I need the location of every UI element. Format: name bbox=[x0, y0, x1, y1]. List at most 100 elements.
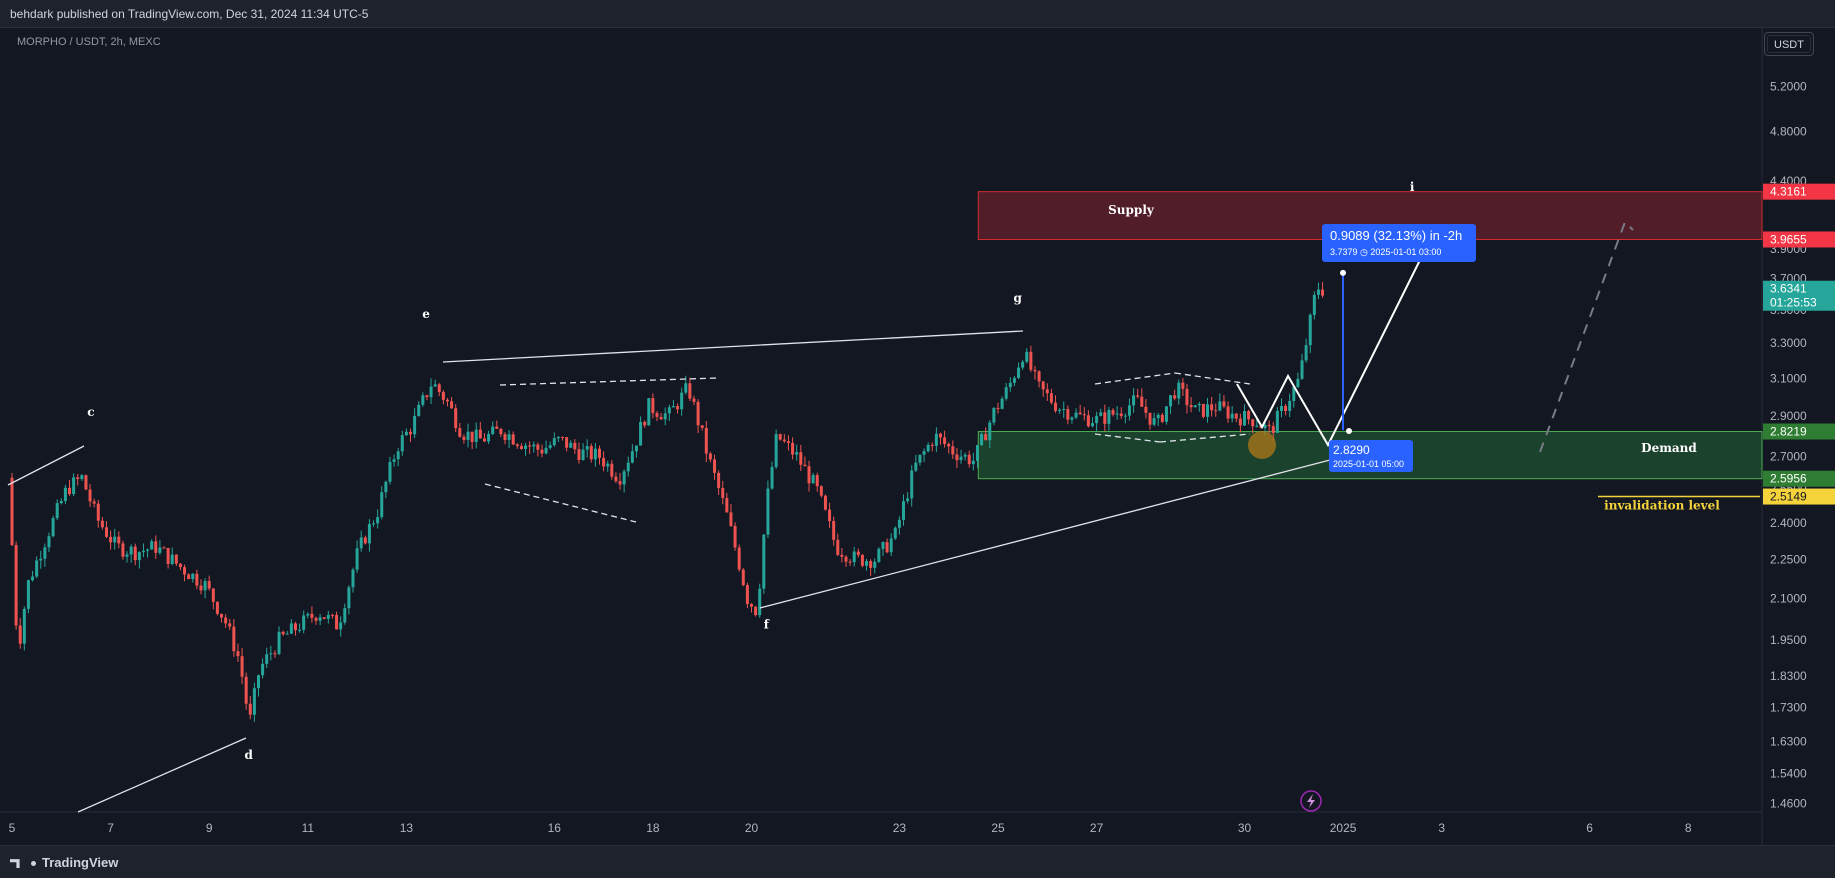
candle-body bbox=[1214, 410, 1218, 412]
candle-body bbox=[322, 617, 326, 619]
candle-body bbox=[832, 521, 836, 540]
candle-body bbox=[1058, 409, 1062, 411]
price-axis-label: 3.634101:25:53 bbox=[1763, 280, 1835, 311]
candle-body bbox=[741, 569, 745, 586]
candle-body bbox=[676, 406, 680, 410]
candle-body bbox=[298, 629, 302, 631]
price-chart[interactable]: 5.20004.80004.40003.90003.70003.50003.30… bbox=[0, 0, 1835, 877]
candle-body bbox=[910, 470, 914, 499]
tradingview-logo[interactable]: TradingView bbox=[10, 855, 118, 870]
candle-body bbox=[96, 503, 100, 521]
candle-body bbox=[367, 524, 371, 544]
candle-body bbox=[1308, 314, 1312, 346]
candle-body bbox=[18, 625, 22, 644]
candle-body bbox=[1070, 417, 1074, 420]
candle-body bbox=[943, 437, 947, 444]
candle-body bbox=[589, 446, 593, 460]
candle-body bbox=[1304, 345, 1308, 361]
x-tick-label: 8 bbox=[1685, 821, 1692, 835]
candle-body bbox=[252, 688, 256, 715]
candle-body bbox=[117, 536, 121, 544]
candle-body bbox=[1312, 294, 1316, 315]
candle-body bbox=[84, 475, 88, 490]
candle-body bbox=[339, 622, 343, 630]
candle-body bbox=[758, 588, 762, 616]
candle-body bbox=[445, 399, 449, 402]
candle-body bbox=[146, 549, 150, 551]
candle-body bbox=[1210, 404, 1214, 411]
candle-body bbox=[211, 588, 215, 602]
candle-body bbox=[622, 471, 626, 485]
candle-body bbox=[881, 542, 885, 549]
x-tick-label: 16 bbox=[548, 821, 562, 835]
price-axis-label-text: 4.3161 bbox=[1770, 185, 1807, 199]
candle-body bbox=[466, 431, 470, 440]
y-tick-label: 1.5400 bbox=[1770, 766, 1807, 780]
candle-body bbox=[984, 434, 988, 441]
candle-body bbox=[704, 427, 708, 454]
candle-body bbox=[1288, 401, 1292, 411]
y-tick-label: 1.4600 bbox=[1770, 797, 1807, 811]
x-tick-label: 30 bbox=[1238, 821, 1252, 835]
highlight-circle bbox=[1248, 431, 1276, 459]
candle-body bbox=[947, 443, 951, 447]
candle-body bbox=[955, 454, 959, 461]
candle-body bbox=[630, 451, 634, 463]
candle-body bbox=[166, 547, 170, 564]
candle-body bbox=[207, 581, 211, 589]
candle-body bbox=[1111, 410, 1115, 415]
candle-body bbox=[1222, 401, 1226, 407]
candle-body bbox=[1136, 395, 1140, 397]
measure-handle-top bbox=[1340, 269, 1346, 276]
candle-body bbox=[737, 547, 741, 570]
candle-body bbox=[569, 442, 573, 448]
candle-body bbox=[733, 525, 737, 548]
candle-body bbox=[844, 556, 848, 562]
candle-body bbox=[602, 457, 606, 467]
candle-body bbox=[137, 552, 141, 561]
candle-body bbox=[1008, 382, 1012, 388]
candle-body bbox=[873, 561, 877, 568]
candle-body bbox=[959, 456, 963, 461]
candle-body bbox=[1243, 411, 1246, 426]
measure-tooltip: 0.9089 (32.13%) in -2h 3.7379 ◷ 2025-01-0… bbox=[1322, 224, 1476, 262]
candle-body bbox=[150, 541, 154, 550]
currency-unit-button[interactable]: USDT bbox=[1764, 32, 1814, 56]
candle-body bbox=[811, 475, 815, 484]
candle-body bbox=[548, 445, 552, 448]
candle-body bbox=[791, 442, 795, 455]
candle-body bbox=[458, 428, 462, 437]
candle-body bbox=[893, 527, 897, 539]
candle-body bbox=[289, 623, 293, 634]
candle-body bbox=[372, 523, 376, 525]
candle-body bbox=[700, 425, 704, 428]
candle-body bbox=[1107, 410, 1111, 424]
candle-body bbox=[1140, 396, 1144, 407]
candle-body bbox=[1279, 406, 1283, 411]
candle-body bbox=[507, 434, 511, 440]
candle-body bbox=[1218, 401, 1222, 411]
candle-body bbox=[786, 441, 790, 443]
candle-body bbox=[261, 663, 265, 676]
candle-body bbox=[782, 439, 786, 442]
price-axis-label-text: 2.5956 bbox=[1770, 472, 1807, 486]
candle-body bbox=[1300, 360, 1304, 379]
y-tick-label: 1.9500 bbox=[1770, 633, 1807, 647]
candle-body bbox=[1169, 395, 1173, 407]
candle-body bbox=[203, 581, 207, 591]
x-tick-label: 25 bbox=[991, 821, 1005, 835]
candle-body bbox=[544, 447, 548, 454]
candle-body bbox=[129, 546, 133, 555]
candle-body bbox=[326, 614, 330, 619]
candle-body bbox=[1267, 424, 1271, 427]
candle-body bbox=[491, 426, 495, 434]
candle-body bbox=[988, 422, 992, 441]
candle-body bbox=[1160, 414, 1164, 422]
candle-body bbox=[975, 445, 979, 461]
candle-body bbox=[655, 413, 659, 417]
candle-body bbox=[1263, 424, 1267, 429]
candle-body bbox=[688, 383, 692, 399]
candle-body bbox=[1206, 404, 1210, 417]
x-tick-label: 23 bbox=[893, 821, 907, 835]
candle-body bbox=[462, 436, 466, 440]
